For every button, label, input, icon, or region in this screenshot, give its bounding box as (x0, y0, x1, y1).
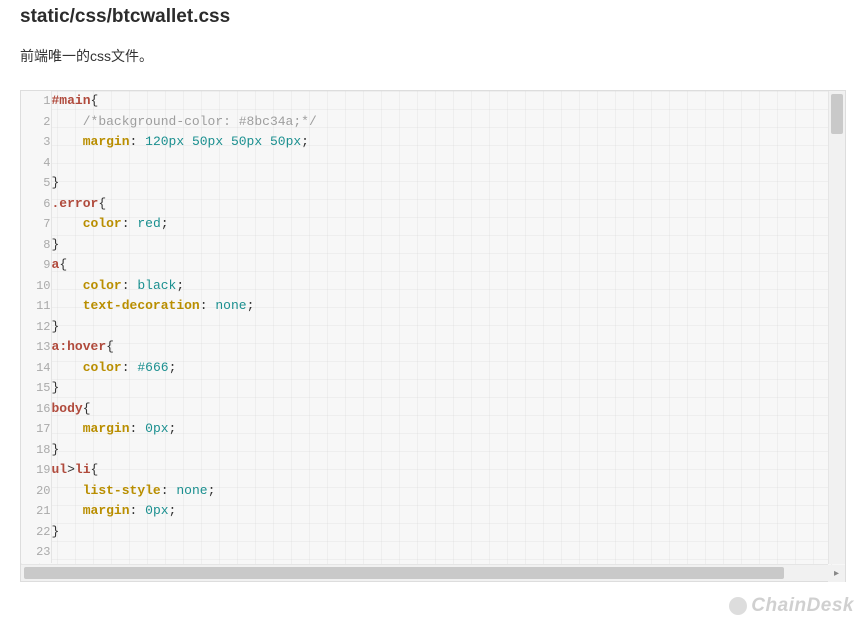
code-content: } (51, 522, 868, 543)
line-number: 16 (21, 399, 51, 420)
code-content: color: red; (51, 214, 868, 235)
line-number: 18 (21, 440, 51, 461)
watermark-icon (729, 597, 747, 615)
code-content: } (51, 317, 868, 338)
page-description: 前端唯一的css文件。 (20, 46, 848, 66)
line-number: 2 (21, 112, 51, 133)
code-line: 13a:hover{ (21, 337, 868, 358)
code-line: 1#main{ (21, 91, 868, 112)
code-line: 20 list-style: none; (21, 481, 868, 502)
code-line: 18} (21, 440, 868, 461)
code-line: 8} (21, 235, 868, 256)
watermark: ChainDesk (729, 595, 854, 617)
line-number: 3 (21, 132, 51, 153)
code-content: } (51, 440, 868, 461)
vertical-scrollbar-thumb[interactable] (831, 94, 843, 134)
code-line: 7 color: red; (21, 214, 868, 235)
line-number: 15 (21, 378, 51, 399)
line-number: 1 (21, 91, 51, 112)
line-number: 13 (21, 337, 51, 358)
code-line: 2 /*background-color: #8bc34a;*/ (21, 112, 868, 133)
line-number: 22 (21, 522, 51, 543)
code-content: margin: 0px; (51, 419, 868, 440)
watermark-text: ChainDesk (751, 595, 854, 617)
code-content (51, 153, 868, 174)
code-content: #main{ (51, 91, 868, 112)
code-content: ul>li{ (51, 460, 868, 481)
code-content: } (51, 235, 868, 256)
line-number: 19 (21, 460, 51, 481)
code-line: 16body{ (21, 399, 868, 420)
code-content: a:hover{ (51, 337, 868, 358)
code-content: a{ (51, 255, 868, 276)
page-title: static/css/btcwallet.css (20, 6, 848, 28)
line-number: 14 (21, 358, 51, 379)
line-number: 6 (21, 194, 51, 215)
code-content: .error{ (51, 194, 868, 215)
line-number: 4 (21, 153, 51, 174)
code-table: 1#main{2 /*background-color: #8bc34a;*/3… (21, 91, 868, 563)
code-block: 1#main{2 /*background-color: #8bc34a;*/3… (20, 90, 846, 582)
code-line: 11 text-decoration: none; (21, 296, 868, 317)
line-number: 9 (21, 255, 51, 276)
code-content: body{ (51, 399, 868, 420)
code-line: 15} (21, 378, 868, 399)
code-line: 19ul>li{ (21, 460, 868, 481)
line-number: 8 (21, 235, 51, 256)
line-number: 21 (21, 501, 51, 522)
code-line: 17 margin: 0px; (21, 419, 868, 440)
code-line: 9a{ (21, 255, 868, 276)
vertical-scrollbar[interactable] (828, 91, 845, 564)
code-content: /*background-color: #8bc34a;*/ (51, 112, 868, 133)
code-content: } (51, 378, 868, 399)
code-line: 4 (21, 153, 868, 174)
horizontal-scrollbar[interactable]: ▸ (21, 564, 828, 581)
line-number: 5 (21, 173, 51, 194)
code-content: } (51, 173, 868, 194)
code-line: 12} (21, 317, 868, 338)
code-line: 14 color: #666; (21, 358, 868, 379)
line-number: 23 (21, 542, 51, 563)
scrollbar-right-arrow-icon[interactable]: ▸ (828, 565, 845, 582)
code-content: margin: 0px; (51, 501, 868, 522)
code-content: text-decoration: none; (51, 296, 868, 317)
line-number: 11 (21, 296, 51, 317)
code-line: 10 color: black; (21, 276, 868, 297)
line-number: 20 (21, 481, 51, 502)
code-content: color: #666; (51, 358, 868, 379)
line-number: 7 (21, 214, 51, 235)
line-number: 17 (21, 419, 51, 440)
code-line: 22} (21, 522, 868, 543)
line-number: 12 (21, 317, 51, 338)
code-line: 3 margin: 120px 50px 50px 50px; (21, 132, 868, 153)
line-number: 10 (21, 276, 51, 297)
code-content: margin: 120px 50px 50px 50px; (51, 132, 868, 153)
code-content: list-style: none; (51, 481, 868, 502)
code-line: 5} (21, 173, 868, 194)
code-content: color: black; (51, 276, 868, 297)
horizontal-scrollbar-thumb[interactable] (24, 567, 784, 579)
code-line: 23 (21, 542, 868, 563)
code-line: 6.error{ (21, 194, 868, 215)
code-content (51, 542, 868, 563)
code-line: 21 margin: 0px; (21, 501, 868, 522)
